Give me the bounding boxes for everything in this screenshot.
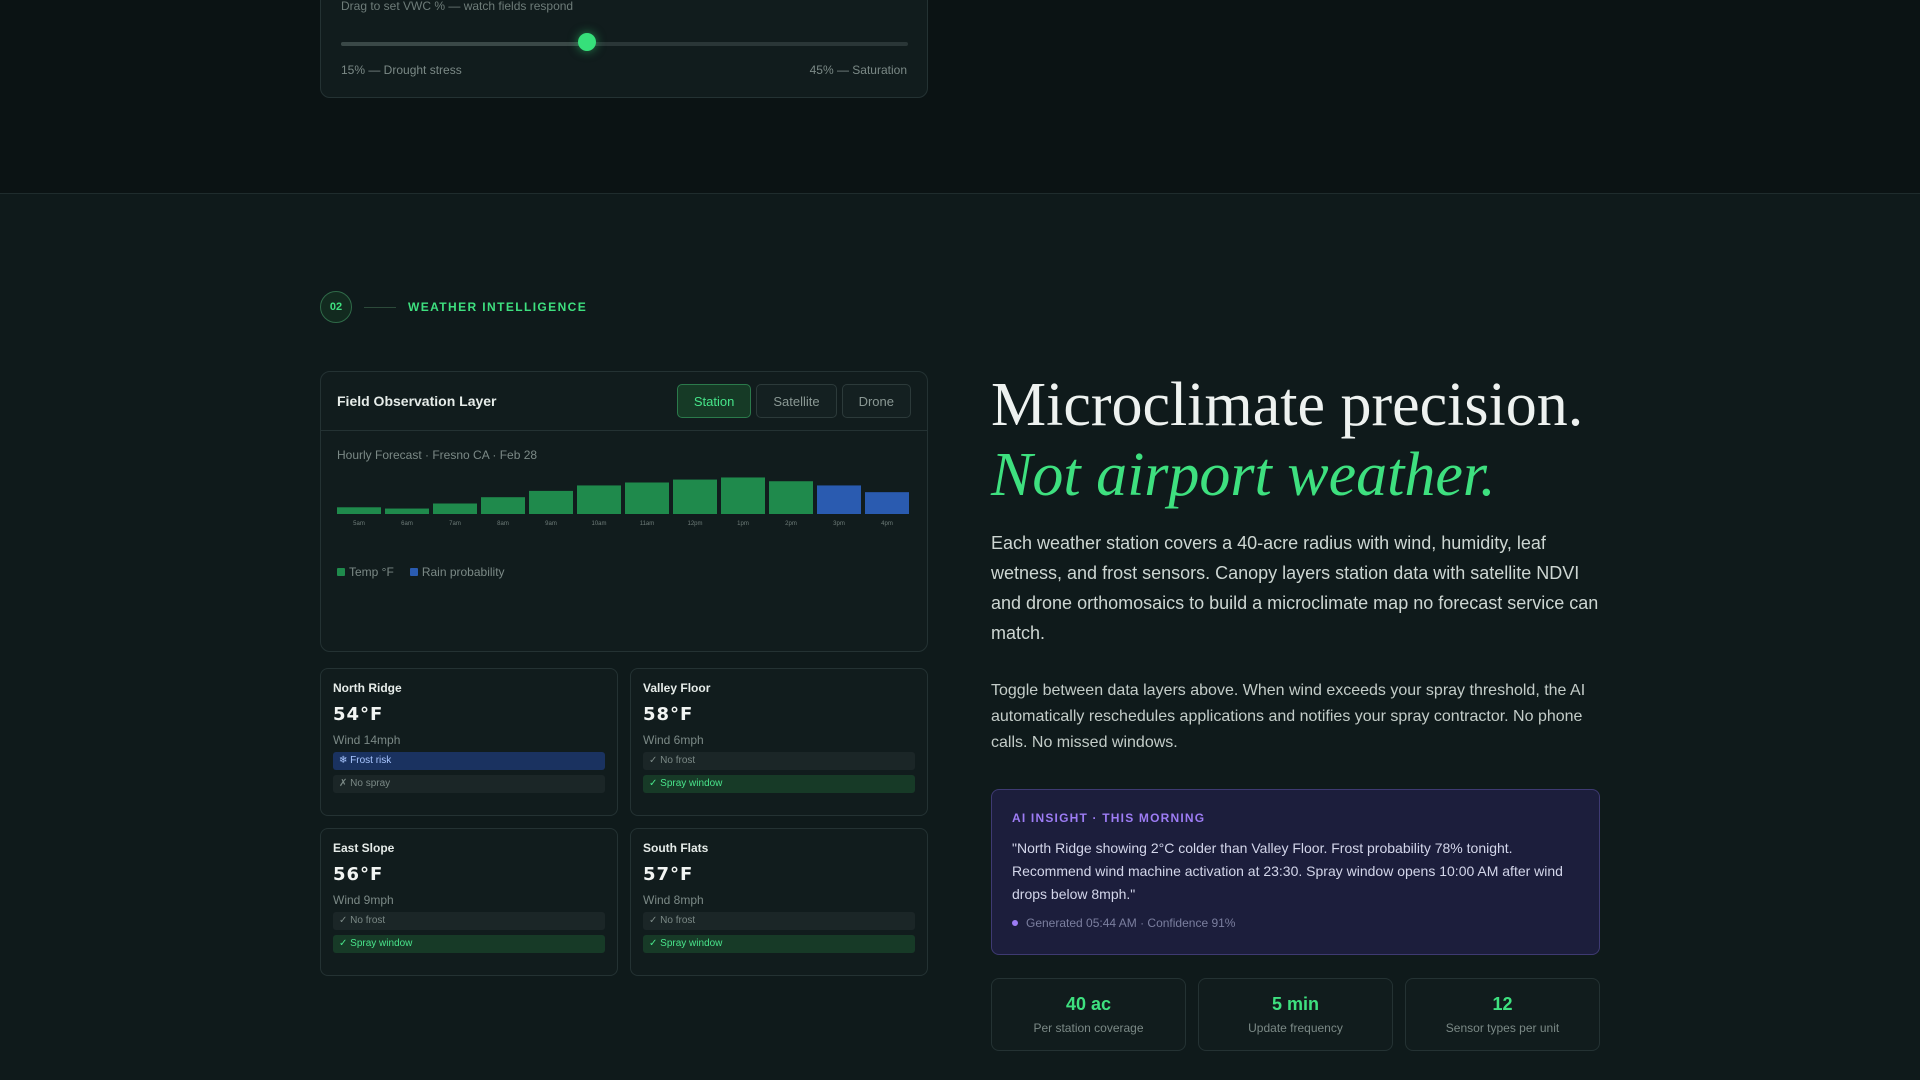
headline-line-1: Microclimate precision. [991, 371, 1584, 439]
bar-1pm [721, 477, 765, 514]
slider-thumb[interactable] [577, 33, 596, 51]
stat-label: Per station coverage [1033, 1021, 1144, 1035]
forecast-subtitle: Hourly Forecast · Fresno CA · Feb 28 [337, 448, 538, 462]
x-tick-label: 7am [449, 521, 461, 527]
bar-12pm [673, 479, 717, 514]
tab-satellite[interactable]: Satellite [756, 384, 837, 418]
bar-8am [481, 497, 525, 514]
stat-label: Update frequency [1248, 1021, 1343, 1035]
slider-track[interactable] [341, 42, 908, 46]
hero-toggle-note: Toggle between data layers above. When w… [991, 682, 1586, 751]
zone-grid: North Ridge 54°F Wind 14mph ❄ Frost risk… [320, 668, 928, 976]
x-tick-label: 10am [591, 521, 606, 527]
bar-3pm [817, 485, 861, 514]
zone-card-valley-floor[interactable]: Valley Floor 58°F Wind 6mph ✓ No frost ✓… [630, 668, 928, 816]
zone-temp: 56°F [333, 864, 384, 885]
ai-insight-meta-text: Generated 05:44 AM · Confidence 91% [1026, 916, 1236, 930]
status-dot-icon [1012, 920, 1018, 926]
slider-min-label: 15% — Drought stress [341, 63, 462, 77]
bar-10am [577, 485, 621, 514]
zone-name: South Flats [643, 841, 709, 855]
slider-max-label: 45% — Saturation [809, 63, 907, 77]
zone-wind: Wind 9mph [333, 893, 394, 907]
section-number-badge: 02 [320, 291, 352, 323]
legend-temp-swatch [337, 568, 345, 576]
x-tick-label: 12pm [687, 521, 702, 527]
x-tick-label: 5am [353, 521, 365, 527]
x-tick-label: 2pm [785, 521, 797, 527]
stat-coverage: 40 ac Per station coverage [991, 978, 1186, 1051]
hero-headline: Microclimate precision. Not airport weat… [991, 370, 1611, 510]
slider-fill [341, 42, 587, 46]
section-divider [364, 306, 396, 308]
stat-label: Sensor types per unit [1445, 1021, 1560, 1035]
stat-update-frequency: 5 min Update frequency [1198, 978, 1393, 1051]
zone-wind: Wind 6mph [643, 733, 704, 747]
section-tag: 02 WEATHER INTELLIGENCE [320, 291, 587, 323]
frost-status-pill: ✓ No frost [333, 912, 605, 930]
zone-temp: 58°F [643, 704, 694, 725]
x-tick-label: 1pm [737, 521, 749, 527]
section-label: WEATHER INTELLIGENCE [408, 300, 588, 314]
zone-card-east-slope[interactable]: East Slope 56°F Wind 9mph ✓ No frost ✓ S… [320, 828, 618, 976]
stat-value: 12 [1492, 994, 1513, 1014]
frost-status-pill: ✓ No frost [643, 752, 915, 770]
zone-card-north-ridge[interactable]: North Ridge 54°F Wind 14mph ❄ Frost risk… [320, 668, 618, 816]
spray-status-pill: ✓ Spray window [643, 935, 915, 953]
zone-name: East Slope [333, 841, 395, 855]
stats-row: 40 ac Per station coverage 5 min Update … [991, 978, 1600, 1051]
chart-legend: Temp °F Rain probability [337, 565, 505, 579]
ai-insight-quote: "North Ridge showing 2°C colder than Val… [1012, 840, 1563, 902]
zone-temp: 54°F [333, 704, 384, 725]
bar-6am [385, 508, 429, 514]
zone-name: Valley Floor [643, 681, 711, 695]
legend-temp-label: Temp °F [349, 565, 394, 579]
zone-name: North Ridge [333, 681, 402, 695]
bar-7am [433, 503, 477, 514]
legend-rain: Rain probability [409, 565, 505, 579]
zone-card-south-flats[interactable]: South Flats 57°F Wind 8mph ✓ No frost ✓ … [630, 828, 928, 976]
ai-insight-meta: Generated 05:44 AM · Confidence 91% [1012, 916, 1579, 930]
tab-station[interactable]: Station [676, 384, 752, 418]
stat-value: 5 min [1271, 994, 1319, 1014]
spray-status-pill: ✓ Spray window [333, 935, 605, 953]
field-observation-card: Field Observation Layer Station Satellit… [320, 371, 928, 652]
zone-wind: Wind 14mph [333, 733, 401, 747]
observation-title: Field Observation Layer [337, 393, 497, 409]
legend-rain-label: Rain probability [421, 565, 505, 579]
spray-status-pill: ✓ Spray window [643, 775, 915, 793]
headline-line-2: Not airport weather. [991, 441, 1496, 509]
x-tick-label: 6am [401, 521, 413, 527]
frost-status-pill: ✓ No frost [643, 912, 915, 930]
ai-insight-label: AI INSIGHT · THIS MORNING [1012, 811, 1206, 825]
spray-status-pill: ✗ No spray [333, 775, 605, 793]
tab-drone[interactable]: Drone [841, 384, 911, 418]
zone-temp: 57°F [643, 864, 694, 885]
soil-section-band: Drag to set VWC % — watch fields respond… [0, 0, 1920, 194]
bar-4pm [865, 492, 909, 514]
ai-insight-card: AI INSIGHT · THIS MORNING "North Ridge s… [991, 789, 1600, 955]
hourly-forecast-chart: 5am 6am 7am 8am 9am 10am 11am 12pm 1pm 2pm 3pm 4pm [337, 477, 909, 527]
x-tick-label: 4pm [881, 521, 893, 527]
stat-value: 40 ac [1065, 994, 1112, 1014]
layer-tabs: Station Satellite Drone [676, 384, 911, 418]
legend-temp: Temp °F [337, 565, 394, 579]
stat-sensor-types: 12 Sensor types per unit [1405, 978, 1600, 1051]
x-tick-label: 11am [640, 521, 655, 527]
observation-header: Field Observation Layer Station Satellit… [321, 372, 927, 431]
zone-wind: Wind 8mph [643, 893, 704, 907]
bar-5am [337, 507, 381, 514]
x-tick-label: 3pm [833, 521, 845, 527]
soil-moisture-slider-card: Drag to set VWC % — watch fields respond… [320, 0, 928, 98]
hero-description: Each weather station covers a 40-acre ra… [991, 533, 1599, 643]
bar-11am [625, 482, 669, 514]
bar-2pm [769, 481, 813, 514]
x-tick-label: 8am [497, 521, 509, 527]
frost-status-pill: ❄ Frost risk [333, 752, 605, 770]
x-tick-label: 9am [545, 521, 557, 527]
bar-9am [529, 490, 573, 514]
slider-hint: Drag to set VWC % — watch fields respond [341, 0, 574, 13]
legend-rain-swatch [409, 568, 418, 576]
